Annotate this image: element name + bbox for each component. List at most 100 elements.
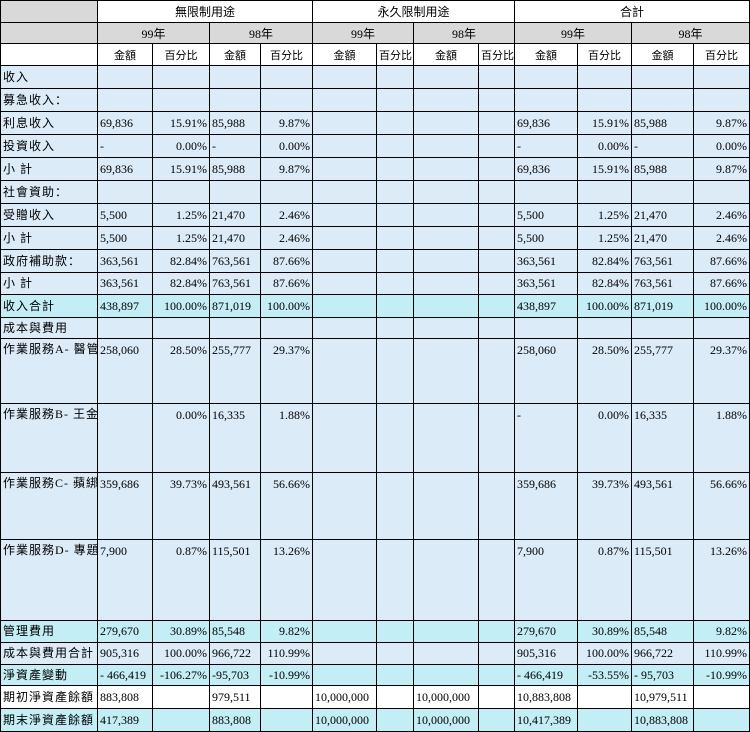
- percent-cell: [376, 620, 415, 643]
- amount-cell: - 466,419: [97, 664, 153, 686]
- amount-cell: [514, 317, 579, 339]
- header-year: 98年: [631, 22, 750, 44]
- percent-cell: [577, 685, 633, 709]
- percent-cell: -10.99%: [693, 664, 750, 686]
- amount-cell: [312, 272, 378, 295]
- amount-cell: 258,060: [97, 338, 153, 404]
- header-group-permanent: 永久限制用途: [312, 0, 516, 23]
- amount-cell: [413, 88, 480, 112]
- row-label: 小 計: [0, 272, 98, 295]
- amount-cell: 10,417,389: [514, 708, 579, 732]
- row-label: 作業服務B- 王金茂醫管 論文獎: [0, 403, 98, 473]
- percent-cell: [478, 65, 516, 89]
- header-col-amount: 金額: [514, 43, 579, 66]
- amount-cell: 85,988: [209, 111, 261, 135]
- percent-cell: 2.46%: [259, 203, 314, 227]
- amount-cell: 115,501: [631, 539, 695, 621]
- percent-cell: 56.66%: [693, 472, 750, 540]
- amount-cell: 10,000,000: [413, 685, 480, 709]
- row-label: 成本與費用: [0, 317, 98, 339]
- percent-cell: [478, 664, 516, 686]
- percent-cell: [478, 338, 516, 404]
- header-corner: [0, 43, 98, 66]
- row-label: 投資收入: [0, 134, 98, 158]
- percent-cell: 87.66%: [693, 272, 750, 295]
- row-label: 小 計: [0, 226, 98, 250]
- percent-cell: 0.00%: [577, 403, 633, 473]
- amount-cell: 21,470: [631, 226, 695, 250]
- amount-cell: [97, 65, 153, 89]
- table-row: 小 計 363,561 82.84% 763,561 87.66% 363,561 82.8…: [0, 272, 750, 295]
- amount-cell: 763,561: [631, 249, 695, 273]
- percent-cell: 15.91%: [152, 111, 210, 135]
- percent-cell: [152, 317, 210, 339]
- row-label: 社會資助：: [0, 180, 98, 204]
- percent-cell: 110.99%: [259, 642, 314, 665]
- percent-cell: [478, 472, 516, 540]
- percent-cell: [478, 226, 516, 250]
- amount-cell: 5,500: [514, 226, 579, 250]
- amount-cell: [413, 472, 480, 540]
- amount-cell: [312, 157, 378, 181]
- table-row: 作業服務B- 王金茂醫管 論文獎0.00%16,3351.88%-0.00%16…: [0, 403, 750, 473]
- amount-cell: 966,722: [631, 642, 695, 665]
- percent-cell: 15.91%: [577, 157, 633, 181]
- percent-cell: [259, 65, 314, 89]
- amount-cell: -95,703: [209, 664, 261, 686]
- amount-cell: [312, 88, 378, 112]
- table-body: 無限制用途 永久限制用途 合計 99年 98年 99年 98年 99年 98年 …: [0, 0, 750, 732]
- percent-cell: 100.00%: [152, 642, 210, 665]
- table-row: 作業服務D- 專題演講7,9000.87%115,50113.26%7,9000…: [0, 539, 750, 621]
- percent-cell: 29.37%: [693, 338, 750, 404]
- table-row: 收入合計 438,897 100.00% 871,019 100.00% 438,897 1…: [0, 294, 750, 318]
- percent-cell: [577, 317, 633, 339]
- amount-cell: [312, 249, 378, 273]
- percent-cell: 13.26%: [693, 539, 750, 621]
- table-row: 小 計 69,836 15.91% 85,988 9.87% 69,836 15.91% 85…: [0, 157, 750, 181]
- amount-cell: 10,979,511: [631, 685, 695, 709]
- percent-cell: 82.84%: [152, 249, 210, 273]
- percent-cell: [376, 65, 415, 89]
- percent-cell: [693, 88, 750, 112]
- percent-cell: 110.99%: [693, 642, 750, 665]
- amount-cell: 279,670: [97, 620, 153, 643]
- amount-cell: 85,988: [209, 157, 261, 181]
- percent-cell: [577, 180, 633, 204]
- percent-cell: 82.84%: [577, 272, 633, 295]
- percent-cell: [693, 708, 750, 732]
- percent-cell: [478, 157, 516, 181]
- amount-cell: 5,500: [97, 226, 153, 250]
- header-corner: [0, 0, 98, 23]
- amount-cell: [631, 65, 695, 89]
- percent-cell: [259, 180, 314, 204]
- amount-cell: [631, 317, 695, 339]
- amount-cell: 363,561: [97, 249, 153, 273]
- percent-cell: 1.25%: [577, 203, 633, 227]
- amount-cell: [97, 317, 153, 339]
- header-col-percent: 百分比: [478, 43, 516, 66]
- percent-cell: 56.66%: [259, 472, 314, 540]
- percent-cell: 100.00%: [693, 294, 750, 318]
- percent-cell: 39.73%: [577, 472, 633, 540]
- row-label: 小 計: [0, 157, 98, 181]
- percent-cell: [478, 180, 516, 204]
- header-col-amount: 金額: [209, 43, 261, 66]
- percent-cell: [376, 685, 415, 709]
- amount-cell: [209, 180, 261, 204]
- percent-cell: 1.88%: [693, 403, 750, 473]
- percent-cell: [376, 249, 415, 273]
- percent-cell: [478, 111, 516, 135]
- amount-cell: 883,808: [97, 685, 153, 709]
- amount-cell: 16,335: [209, 403, 261, 473]
- percent-cell: [152, 180, 210, 204]
- amount-cell: 279,670: [514, 620, 579, 643]
- percent-cell: [376, 708, 415, 732]
- percent-cell: [259, 317, 314, 339]
- header-row-columns: 金額 百分比 金額 百分比 金額 百分比 金額 百分比 金額 百分比 金額 百分…: [0, 43, 750, 66]
- amount-cell: 871,019: [209, 294, 261, 318]
- amount-cell: 69,836: [97, 157, 153, 181]
- percent-cell: 9.82%: [259, 620, 314, 643]
- percent-cell: [478, 539, 516, 621]
- percent-cell: 82.84%: [577, 249, 633, 273]
- table-row: 管理費用 279,670 30.89% 85,548 9.82% 279,670 30.89…: [0, 620, 750, 643]
